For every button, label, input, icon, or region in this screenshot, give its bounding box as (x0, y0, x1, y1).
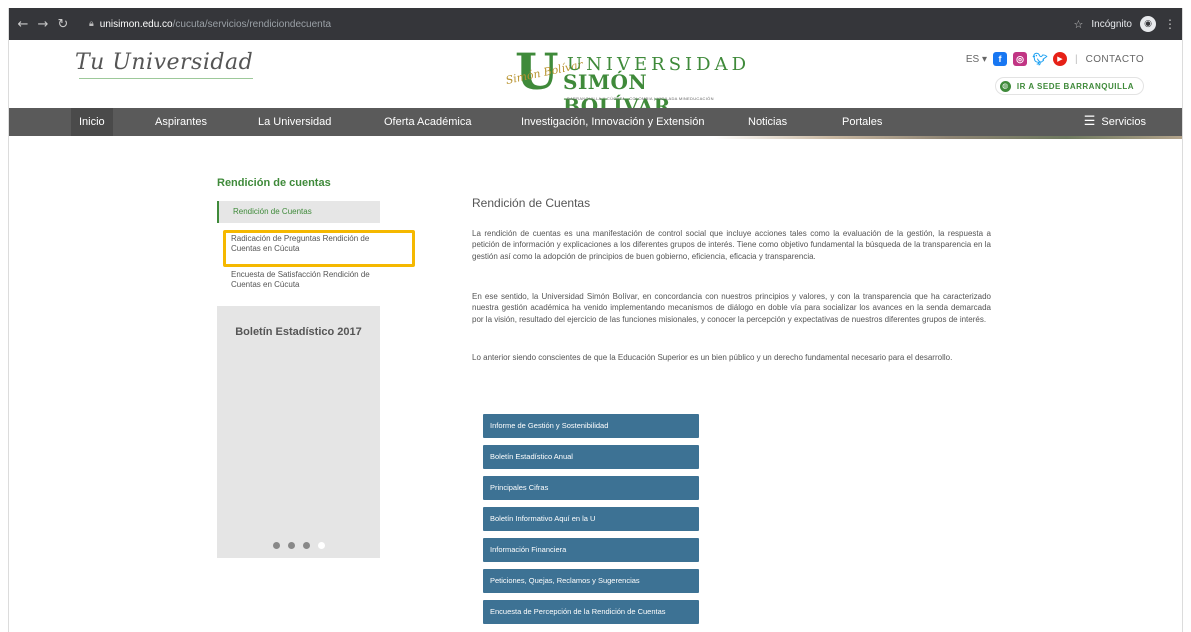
paragraph-2: En ese sentido, la Universidad Simón Bol… (472, 292, 991, 324)
main-navigation: Inicio Aspirantes La Universidad Oferta … (9, 108, 1182, 136)
nav-item-la-universidad[interactable]: La Universidad (250, 108, 339, 136)
highlight-annotation (223, 230, 415, 267)
logo-subtitle: BARRANQUILLA Y CÚCUTA - COLOMBIA | VIGIL… (567, 96, 714, 101)
nav-item-inicio[interactable]: Inicio (71, 108, 113, 136)
facebook-icon[interactable]: f (993, 52, 1007, 66)
url-host: unisimon.edu.co (99, 18, 173, 30)
lock-icon: 🔒︎ (89, 19, 94, 29)
carousel-dot-active[interactable] (317, 542, 325, 549)
nav-item-noticias[interactable]: Noticias (740, 108, 795, 136)
paragraph-1: La rendición de cuentas es una manifesta… (472, 229, 991, 261)
sidebar-title: Rendición de cuentas (217, 177, 331, 189)
carousel-dot[interactable] (302, 542, 310, 549)
nav-item-aspirantes[interactable]: Aspirantes (147, 108, 215, 136)
youtube-icon[interactable]: ▶ (1053, 52, 1067, 66)
language-selector[interactable]: ES ▾ (966, 54, 987, 65)
incognito-label: Incógnito (1091, 18, 1132, 30)
banner-strip (9, 136, 1182, 139)
informe-gestion-button[interactable]: Informe de Gestión y Sostenibilidad (483, 414, 699, 438)
sidebar-item-rendicion[interactable]: Rendición de Cuentas (217, 201, 380, 223)
site-header: Tu Universidad U Simón Bolívar UNIVERSID… (9, 40, 1182, 119)
header-links: ES ▾ f ◎ 🐦︎ ▶ | CONTACTO (966, 52, 1144, 66)
browser-window: ← → ↻ 🔒︎ unisimon.edu.co /cucuta/servici… (8, 8, 1183, 632)
sidebar-item-encuesta[interactable]: Encuesta de Satisfacción Rendición de Cu… (217, 265, 380, 295)
encuesta-percepcion-button[interactable]: Encuesta de Percepción de la Rendición d… (483, 600, 699, 624)
kebab-menu-icon[interactable]: ⋮ (1164, 17, 1176, 31)
sede-barranquilla-button[interactable]: ◍ IR A SEDE BARRANQUILLA (994, 77, 1144, 95)
back-arrow-icon[interactable]: ← (13, 17, 33, 32)
forward-arrow-icon[interactable]: → (33, 17, 53, 32)
hamburger-icon: ☰ (1083, 114, 1096, 129)
boletin-estadistico-button[interactable]: Boletín Estadístico Anual (483, 445, 699, 469)
twitter-icon[interactable]: 🐦︎ (1032, 52, 1047, 66)
globe-icon: ◍ (999, 80, 1011, 92)
page-title: Rendición de Cuentas (472, 196, 591, 210)
browser-toolbar: ← → ↻ 🔒︎ unisimon.edu.co /cucuta/servici… (9, 8, 1182, 40)
boletin-carousel[interactable]: Boletín Estadístico 2017 (217, 306, 380, 558)
tagline: Tu Universidad (75, 50, 254, 79)
university-logo[interactable]: U Simón Bolívar UNIVERSIDAD SIMÓN BOLÍVA… (505, 46, 747, 119)
principales-cifras-button[interactable]: Principales Cifras (483, 476, 699, 500)
incognito-icon[interactable]: ◉ (1140, 16, 1156, 32)
contact-link[interactable]: CONTACTO (1086, 54, 1144, 65)
carousel-dots (217, 542, 380, 549)
nav-item-portales[interactable]: Portales (834, 108, 890, 136)
servicios-menu[interactable]: ☰ Servicios (1084, 108, 1146, 136)
informacion-financiera-button[interactable]: Información Financiera (483, 538, 699, 562)
nav-item-oferta-academica[interactable]: Oferta Académica (376, 108, 479, 136)
divider: | (1075, 53, 1078, 65)
url-path: /cucuta/servicios/rendiciondecuenta (172, 18, 332, 30)
servicios-label: Servicios (1101, 116, 1146, 128)
nav-item-investigacion[interactable]: Investigación, Innovación y Extensión (513, 108, 712, 136)
carousel-dot[interactable] (272, 542, 280, 549)
carousel-dot[interactable] (287, 542, 295, 549)
instagram-icon[interactable]: ◎ (1013, 52, 1027, 66)
reload-icon[interactable]: ↻ (53, 17, 73, 32)
carousel-title: Boletín Estadístico 2017 (235, 326, 362, 338)
paragraph-3: Lo anterior siendo conscientes de que la… (472, 353, 953, 362)
star-icon[interactable]: ☆ (1074, 18, 1084, 31)
pqrs-button[interactable]: Peticiones, Quejas, Reclamos y Sugerenci… (483, 569, 699, 593)
boletin-informativo-button[interactable]: Boletín Informativo Aquí en la U (483, 507, 699, 531)
address-bar[interactable]: 🔒︎ unisimon.edu.co /cucuta/servicios/ren… (89, 13, 1089, 35)
sede-button-label: IR A SEDE BARRANQUILLA (1016, 81, 1134, 91)
